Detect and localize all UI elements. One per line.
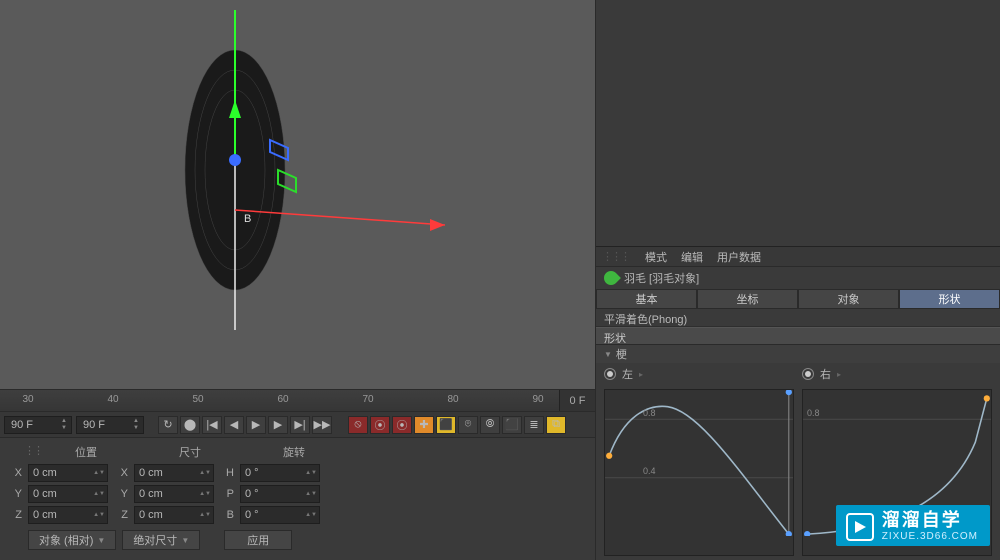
right-upper-panel	[596, 0, 1000, 247]
rot-p-field[interactable]: 0 °▲▼	[240, 485, 320, 503]
play-button[interactable]: ▶	[246, 416, 266, 434]
timeline-current-frame: 0 F	[559, 390, 595, 411]
watermark-title: 溜溜自学	[882, 511, 978, 531]
size-z-field[interactable]: 0 cm▲▼	[134, 506, 214, 524]
frame-end-field-1[interactable]: 90 F▲▼	[4, 416, 72, 434]
watermark-badge: 溜溜自学 ZIXUE.3D66.COM	[836, 505, 990, 546]
apply-button[interactable]: 应用	[224, 530, 292, 550]
left-right-radio-row: 左 ▸ 右 ▸	[596, 363, 1000, 385]
menu-mode[interactable]: 模式	[645, 249, 667, 265]
radio-right[interactable]	[802, 368, 814, 380]
absolute-size-dropdown[interactable]: 绝对尺寸▼	[122, 530, 200, 550]
to-start-button[interactable]: |◀	[202, 416, 222, 434]
timeline-tick: 40	[107, 394, 118, 405]
coord-row-x: X 0 cm▲▼ X 0 cm▲▼ H 0 °▲▼	[8, 464, 587, 482]
feather-icon	[601, 268, 621, 288]
radio-left-label: 左	[622, 366, 633, 382]
key-btn-4[interactable]: ✚	[414, 416, 434, 434]
curve-graph-left[interactable]: 0.8 0.4	[604, 389, 794, 556]
radio-right-label: 右	[820, 366, 831, 382]
key-btn-10[interactable]: ⧉	[546, 416, 566, 434]
key-btn-7[interactable]: ⦾	[480, 416, 500, 434]
attribute-menu-bar: ⋮⋮⋮ 模式 编辑 用户数据	[596, 247, 1000, 267]
loop-button[interactable]: ↻	[158, 416, 178, 434]
rot-b-field[interactable]: 0 °▲▼	[240, 506, 320, 524]
stem-subsection[interactable]: ▼梗	[596, 345, 1000, 363]
disclosure-icon: ▼	[604, 350, 612, 359]
coordinates-panel: ⋮⋮ 位置 尺寸 旋转 X 0 cm▲▼ X 0 cm▲▼ H 0 °▲▼ Y …	[0, 437, 595, 560]
key-btn-3[interactable]: ⦿	[392, 416, 412, 434]
keyframe-toolbar: ⦸ ⦿ ⦿ ✚ ⬛ ⌾ ⦾ ⬛ ≣ ⧉	[348, 416, 566, 434]
pos-y-field[interactable]: 0 cm▲▼	[28, 485, 108, 503]
tab-shape[interactable]: 形状	[899, 289, 1000, 309]
play-logo-icon	[846, 513, 874, 541]
key-btn-1[interactable]: ⦸	[348, 416, 368, 434]
attribute-tabs: 基本 坐标 对象 形状	[596, 289, 1000, 309]
menu-edit[interactable]: 编辑	[681, 249, 703, 265]
graph-ytick: 0.8	[807, 408, 820, 418]
tab-basic[interactable]: 基本	[596, 289, 697, 309]
viewport-3d[interactable]: B	[0, 0, 595, 389]
to-end-button[interactable]: ▶|	[290, 416, 310, 434]
tab-coord[interactable]: 坐标	[697, 289, 798, 309]
size-y-field[interactable]: 0 cm▲▼	[134, 485, 214, 503]
rot-h-field[interactable]: 0 °▲▼	[240, 464, 320, 482]
key-btn-9[interactable]: ≣	[524, 416, 544, 434]
pos-x-field[interactable]: 0 cm▲▼	[28, 464, 108, 482]
grip-icon: ⋮⋮⋮	[602, 250, 629, 263]
coord-row-y: Y 0 cm▲▼ Y 0 cm▲▼ P 0 °▲▼	[8, 485, 587, 503]
viewport-canvas: B	[0, 0, 595, 378]
timeline-tick: 80	[447, 394, 458, 405]
watermark-url: ZIXUE.3D66.COM	[882, 531, 978, 542]
size-header: 尺寸	[138, 444, 242, 460]
frame-end-field-2[interactable]: 90 F▲▼	[76, 416, 144, 434]
prev-frame-button[interactable]: ◀	[224, 416, 244, 434]
key-btn-5[interactable]: ⬛	[436, 416, 456, 434]
object-title-label: 羽毛 [羽毛对象]	[624, 270, 699, 286]
object-relative-dropdown[interactable]: 对象 (相对)▼	[28, 530, 116, 550]
menu-user-data[interactable]: 用户数据	[717, 249, 761, 265]
coord-row-z: Z 0 cm▲▼ Z 0 cm▲▼ B 0 °▲▼	[8, 506, 587, 524]
timeline-tick: 50	[192, 394, 203, 405]
shape-section-header: 形状	[596, 327, 1000, 345]
tab-object[interactable]: 对象	[798, 289, 899, 309]
radio-left[interactable]	[604, 368, 616, 380]
position-header: 位置	[34, 444, 138, 460]
next-frame-button[interactable]: ▶	[268, 416, 288, 434]
timeline-tick: 90	[532, 394, 543, 405]
timeline-tick: 30	[22, 394, 33, 405]
graph-ytick: 0.4	[643, 466, 656, 476]
graph-ytick: 0.8	[643, 408, 656, 418]
transport-bar: 90 F▲▼ 90 F▲▼ ↻ ⬤ |◀ ◀ ▶ ▶ ▶| ▶▶ ⦸ ⦿ ⦿ ✚…	[0, 411, 595, 437]
timeline-tick: 70	[362, 394, 373, 405]
timeline-tick: 60	[277, 394, 288, 405]
pos-z-field[interactable]: 0 cm▲▼	[28, 506, 108, 524]
grip-icon: ⋮⋮	[24, 444, 34, 460]
key-btn-8[interactable]: ⬛	[502, 416, 522, 434]
axis-label-b: B	[244, 213, 251, 225]
timeline-ruler[interactable]: 30 40 50 60 70 80 90 0 F	[0, 389, 595, 411]
rotation-header: 旋转	[242, 444, 346, 460]
object-title-row: 羽毛 [羽毛对象]	[596, 267, 1000, 289]
key-btn-6[interactable]: ⌾	[458, 416, 478, 434]
fast-forward-button[interactable]: ▶▶	[312, 416, 332, 434]
record-button[interactable]: ⬤	[180, 416, 200, 434]
phong-row[interactable]: 平滑着色(Phong)	[596, 309, 1000, 327]
size-x-field[interactable]: 0 cm▲▼	[134, 464, 214, 482]
key-btn-2[interactable]: ⦿	[370, 416, 390, 434]
